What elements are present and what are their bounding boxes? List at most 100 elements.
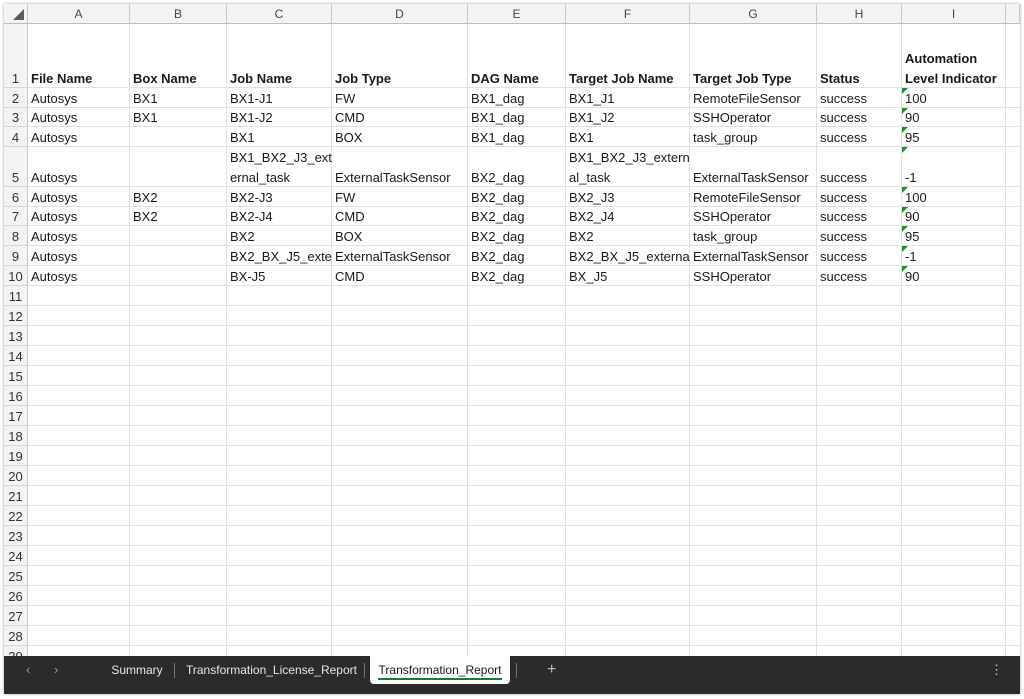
column-header-g[interactable]: G <box>690 4 817 24</box>
select-all-button[interactable] <box>4 4 28 24</box>
cell-h5[interactable]: success <box>817 147 902 187</box>
row-header-18[interactable]: 18 <box>4 426 28 446</box>
column-header-e[interactable]: E <box>468 4 566 24</box>
row-header-11[interactable]: 11 <box>4 286 28 306</box>
tab-transformation-license-report[interactable]: Transformation_License_Report <box>184 656 359 684</box>
cell-i8[interactable]: 95 <box>902 226 1006 246</box>
row-header-5[interactable]: 5 <box>4 147 28 187</box>
cell-b3[interactable]: BX1 <box>130 108 227 127</box>
column-header-i[interactable]: I <box>902 4 1006 24</box>
cell-g8[interactable]: task_group <box>690 226 817 246</box>
cell-c6[interactable]: BX2-J3 <box>227 187 332 207</box>
cell-i9[interactable]: -1 <box>902 246 1006 266</box>
row-header-19[interactable]: 19 <box>4 446 28 466</box>
row-header-16[interactable]: 16 <box>4 386 28 406</box>
row-header-3[interactable]: 3 <box>4 108 28 127</box>
row-header-7[interactable]: 7 <box>4 207 28 226</box>
cell-a7[interactable]: Autosys <box>28 207 130 226</box>
cell-a1[interactable]: File Name <box>28 24 130 88</box>
cell-i7[interactable]: 90 <box>902 207 1006 226</box>
cell-a5[interactable]: Autosys <box>28 147 130 187</box>
cell-a9[interactable]: Autosys <box>28 246 130 266</box>
cell-f5[interactable]: BX1_BX2_J3_extern al_task <box>566 147 690 187</box>
cell-i1[interactable]: Automation Level Indicator <box>902 24 1006 88</box>
row-header-17[interactable]: 17 <box>4 406 28 426</box>
row-header-9[interactable]: 9 <box>4 246 28 266</box>
cell-f3[interactable]: BX1_J2 <box>566 108 690 127</box>
cell-d9[interactable]: ExternalTaskSensor <box>332 246 468 266</box>
row-header-22[interactable]: 22 <box>4 506 28 526</box>
cell-g2[interactable]: RemoteFileSensor <box>690 88 817 108</box>
cell-d3[interactable]: CMD <box>332 108 468 127</box>
cell-c2[interactable]: BX1-J1 <box>227 88 332 108</box>
cell-a8[interactable]: Autosys <box>28 226 130 246</box>
column-header-f[interactable]: F <box>566 4 690 24</box>
cell-h3[interactable]: success <box>817 108 902 127</box>
cell-b1[interactable]: Box Name <box>130 24 227 88</box>
row-header-13[interactable]: 13 <box>4 326 28 346</box>
row-header-25[interactable]: 25 <box>4 566 28 586</box>
cell-g6[interactable]: RemoteFileSensor <box>690 187 817 207</box>
cell-e7[interactable]: BX2_dag <box>468 207 566 226</box>
cell-h4[interactable]: success <box>817 127 902 147</box>
column-header-j[interactable] <box>1006 4 1020 24</box>
cell-c5[interactable]: BX1_BX2_J3_ext ernal_task <box>227 147 332 187</box>
row-header-27[interactable]: 27 <box>4 606 28 626</box>
cell-h1[interactable]: Status <box>817 24 902 88</box>
cell-h9[interactable]: success <box>817 246 902 266</box>
row-header-23[interactable]: 23 <box>4 526 28 546</box>
row-header-8[interactable]: 8 <box>4 226 28 246</box>
cell-g5[interactable]: ExternalTaskSensor <box>690 147 817 187</box>
cell-f10[interactable]: BX_J5 <box>566 266 690 286</box>
cell-d4[interactable]: BOX <box>332 127 468 147</box>
cell-f4[interactable]: BX1 <box>566 127 690 147</box>
cell-e4[interactable]: BX1_dag <box>468 127 566 147</box>
cell-b2[interactable]: BX1 <box>130 88 227 108</box>
cell-h8[interactable]: success <box>817 226 902 246</box>
cell-a10[interactable]: Autosys <box>28 266 130 286</box>
row-header-24[interactable]: 24 <box>4 546 28 566</box>
cell-f9[interactable]: BX2_BX_J5_external_ <box>566 246 690 266</box>
cell-g3[interactable]: SSHOperator <box>690 108 817 127</box>
row-header-2[interactable]: 2 <box>4 88 28 108</box>
cell-e3[interactable]: BX1_dag <box>468 108 566 127</box>
prev-sheet-arrow-icon[interactable]: ‹ <box>26 656 30 684</box>
cell-i2[interactable]: 100 <box>902 88 1006 108</box>
row-header-21[interactable]: 21 <box>4 486 28 506</box>
cell-i10[interactable]: 90 <box>902 266 1006 286</box>
cell-d7[interactable]: CMD <box>332 207 468 226</box>
cell-h6[interactable]: success <box>817 187 902 207</box>
row-header-10[interactable]: 10 <box>4 266 28 286</box>
cell-c7[interactable]: BX2-J4 <box>227 207 332 226</box>
column-header-c[interactable]: C <box>227 4 332 24</box>
cell-d1[interactable]: Job Type <box>332 24 468 88</box>
cell-d2[interactable]: FW <box>332 88 468 108</box>
next-sheet-arrow-icon[interactable]: › <box>54 656 58 684</box>
cell-c3[interactable]: BX1-J2 <box>227 108 332 127</box>
cell-g1[interactable]: Target Job Type <box>690 24 817 88</box>
cell-a6[interactable]: Autosys <box>28 187 130 207</box>
row-header-4[interactable]: 4 <box>4 127 28 147</box>
column-header-b[interactable]: B <box>130 4 227 24</box>
tab-transformation-report[interactable]: Transformation_Report <box>370 656 510 684</box>
cell-f8[interactable]: BX2 <box>566 226 690 246</box>
cell-i4[interactable]: 95 <box>902 127 1006 147</box>
cell-e1[interactable]: DAG Name <box>468 24 566 88</box>
cell-e10[interactable]: BX2_dag <box>468 266 566 286</box>
cell-a3[interactable]: Autosys <box>28 108 130 127</box>
cell-i5[interactable]: -1 <box>902 147 1006 187</box>
cell-f6[interactable]: BX2_J3 <box>566 187 690 207</box>
cell-e6[interactable]: BX2_dag <box>468 187 566 207</box>
row-header-1[interactable]: 1 <box>4 24 28 88</box>
row-header-6[interactable]: 6 <box>4 187 28 207</box>
row-header-28[interactable]: 28 <box>4 626 28 646</box>
cell-e5[interactable]: BX2_dag <box>468 147 566 187</box>
cell-f1[interactable]: Target Job Name <box>566 24 690 88</box>
cell-a4[interactable]: Autosys <box>28 127 130 147</box>
cell-h7[interactable]: success <box>817 207 902 226</box>
cell-e2[interactable]: BX1_dag <box>468 88 566 108</box>
row-header-20[interactable]: 20 <box>4 466 28 486</box>
cell-h2[interactable]: success <box>817 88 902 108</box>
column-header-d[interactable]: D <box>332 4 468 24</box>
cell-c10[interactable]: BX-J5 <box>227 266 332 286</box>
